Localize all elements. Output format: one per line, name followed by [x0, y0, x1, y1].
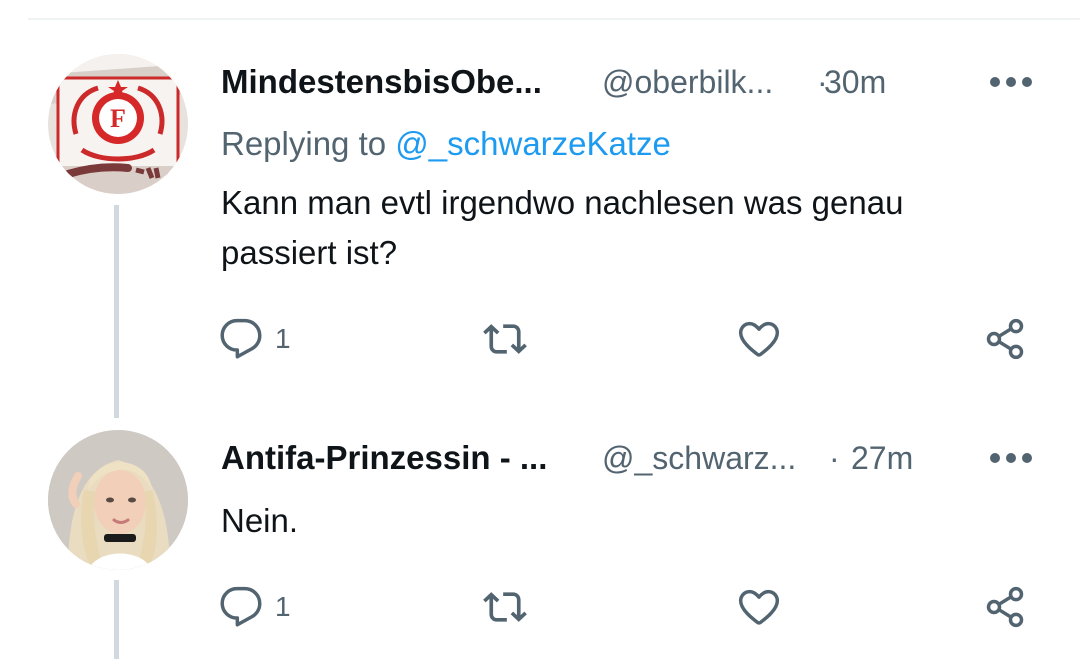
- separator-dot: ·: [829, 440, 840, 476]
- more-options-button[interactable]: [981, 436, 1041, 480]
- avatar[interactable]: F: [48, 54, 188, 194]
- retweet-icon: [483, 592, 527, 622]
- reply-icon: [220, 318, 262, 359]
- reply-count: 1: [275, 323, 291, 354]
- like-icon: [738, 589, 780, 625]
- more-icon: [990, 453, 1032, 463]
- replying-mention-link[interactable]: @_schwarzeKatze: [395, 125, 671, 162]
- share-button[interactable]: [983, 584, 1027, 630]
- share-button[interactable]: [983, 316, 1027, 362]
- reply-icon: [220, 586, 262, 627]
- retweet-icon: [483, 324, 527, 354]
- reply-button[interactable]: 1: [219, 316, 291, 362]
- fortuna-badge-avatar-icon: F: [48, 54, 188, 194]
- timestamp[interactable]: 30m: [824, 60, 886, 104]
- tweet-header: MindestensbisObe... @oberbilk... · 30m: [221, 60, 1041, 104]
- more-icon: [990, 77, 1032, 87]
- separator-dot: ·: [817, 64, 828, 100]
- avatar[interactable]: [48, 430, 188, 570]
- svg-text:F: F: [110, 104, 126, 133]
- like-button[interactable]: [737, 584, 781, 630]
- share-icon: [986, 586, 1024, 628]
- action-bar: 1: [219, 316, 1039, 362]
- like-icon: [738, 321, 780, 357]
- like-button[interactable]: [737, 316, 781, 362]
- tweet-text: Kann man evtl irgendwo nachlesen was gen…: [221, 184, 904, 271]
- display-name[interactable]: Antifa-Prinzessin - ...: [221, 436, 547, 480]
- retweet-button[interactable]: [483, 316, 527, 362]
- reply-button[interactable]: 1: [219, 584, 291, 630]
- replying-to: Replying to @_schwarzeKatze: [221, 122, 671, 166]
- user-handle[interactable]: @oberbilk...: [602, 60, 773, 104]
- profile-photo-avatar-icon: [48, 430, 188, 570]
- tweet-header: Antifa-Prinzessin - ... @_schwarz... 27m: [221, 436, 1041, 480]
- reply-count: 1: [275, 591, 291, 622]
- replying-prefix: Replying to: [221, 125, 387, 162]
- action-bar: 1: [219, 584, 1039, 630]
- user-handle[interactable]: @_schwarz...: [602, 436, 796, 480]
- share-icon: [986, 318, 1024, 360]
- thread-line: [114, 205, 119, 418]
- timestamp[interactable]: 27m: [851, 436, 913, 480]
- top-divider: [28, 18, 1080, 20]
- more-options-button[interactable]: [981, 60, 1041, 104]
- retweet-button[interactable]: [483, 584, 527, 630]
- thread-line: [114, 580, 119, 659]
- tweet-text: Nein.: [221, 502, 299, 539]
- display-name[interactable]: MindestensbisObe...: [221, 60, 542, 104]
